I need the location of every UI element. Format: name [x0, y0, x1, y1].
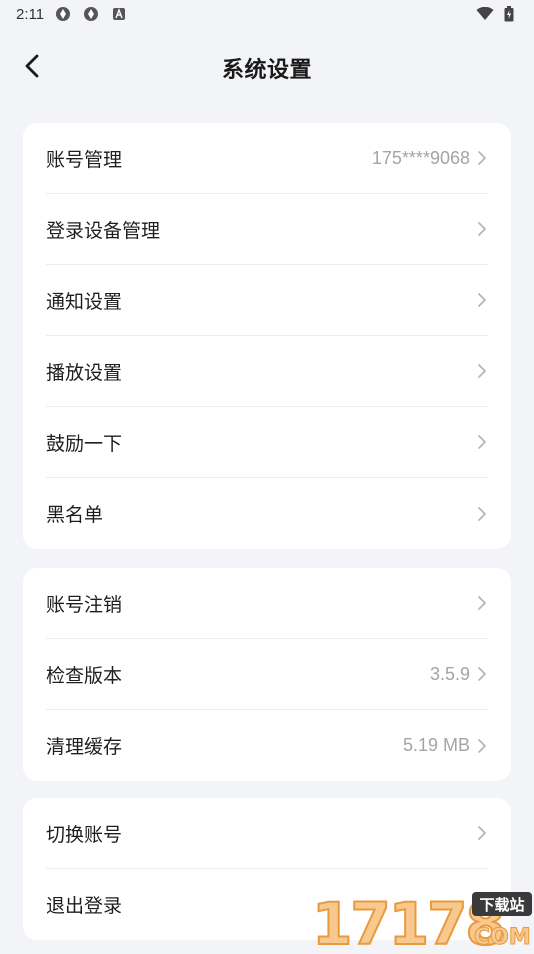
back-button[interactable] — [14, 50, 50, 86]
row-right — [476, 506, 488, 522]
version-value: 3.5.9 — [429, 663, 470, 684]
row-account-deletion[interactable]: 账号注销 — [46, 568, 488, 639]
notification-a-icon — [110, 5, 128, 23]
row-switch-account[interactable]: 切换账号 — [46, 798, 488, 869]
row-label: 检查版本 — [46, 664, 123, 687]
row-right — [476, 221, 488, 237]
row-blacklist[interactable]: 黑名单 — [46, 478, 488, 549]
row-label: 切换账号 — [46, 823, 123, 846]
row-notification-settings[interactable]: 通知设置 — [46, 265, 488, 336]
row-label: 黑名单 — [46, 504, 104, 526]
app-icon — [82, 5, 100, 23]
row-label: 通知设置 — [46, 290, 123, 313]
row-login-devices[interactable]: 登录设备管理 — [46, 194, 488, 265]
row-encourage[interactable]: 鼓励一下 — [46, 407, 488, 478]
page-title: 系统设置 — [221, 58, 312, 83]
phone-number-value: 175****9068 — [371, 147, 470, 168]
watermark-tag: 下载站 — [479, 896, 524, 914]
row-label: 账号管理 — [46, 148, 123, 171]
status-right — [476, 5, 518, 23]
row-right — [476, 434, 488, 450]
chevron-right-icon — [476, 595, 488, 611]
row-account-management[interactable]: 账号管理 175****9068 — [46, 123, 488, 194]
row-right: 5.19 MB — [403, 735, 488, 756]
chevron-left-icon — [24, 54, 40, 82]
chevron-right-icon — [476, 666, 488, 682]
app-icon — [54, 5, 72, 23]
chevron-right-icon — [476, 221, 488, 237]
status-bar: 2:11 — [0, 0, 534, 28]
row-right — [476, 292, 488, 308]
watermark-domain: COM — [474, 925, 531, 950]
wifi-icon — [476, 5, 494, 23]
row-right — [476, 363, 488, 379]
settings-group-app: 账号注销 检查版本 3.5.9 清理缓存 5.19 MB — [23, 568, 511, 781]
row-right — [476, 595, 488, 611]
battery-icon — [500, 5, 518, 23]
status-left: 2:11 — [16, 5, 128, 23]
header: 系统设置 — [0, 40, 534, 96]
row-label: 账号注销 — [46, 593, 123, 616]
row-playback-settings[interactable]: 播放设置 — [46, 336, 488, 407]
row-clear-cache[interactable]: 清理缓存 5.19 MB — [46, 710, 488, 781]
chevron-right-icon — [476, 825, 488, 841]
chevron-right-icon — [476, 506, 488, 522]
row-label: 清理缓存 — [46, 736, 123, 758]
watermark-logo: 17178 下载站 COM — [311, 888, 534, 954]
row-check-version[interactable]: 检查版本 3.5.9 — [46, 639, 488, 710]
row-right: 175****9068 — [372, 148, 488, 169]
cache-size-value: 5.19 MB — [402, 735, 470, 755]
chevron-right-icon — [476, 434, 488, 450]
row-label: 登录设备管理 — [46, 219, 161, 242]
row-label: 退出登录 — [46, 895, 123, 917]
row-right: 3.5.9 — [430, 664, 488, 685]
status-time: 2:11 — [16, 5, 45, 23]
settings-group-account: 账号管理 175****9068 登录设备管理 通知设置 播放设置 鼓励一下 黑… — [23, 123, 511, 549]
chevron-right-icon — [476, 292, 488, 308]
row-label: 播放设置 — [46, 361, 123, 384]
chevron-right-icon — [476, 738, 488, 754]
chevron-right-icon — [476, 150, 488, 166]
row-label: 鼓励一下 — [46, 432, 123, 455]
chevron-right-icon — [476, 363, 488, 379]
row-right — [476, 825, 488, 841]
